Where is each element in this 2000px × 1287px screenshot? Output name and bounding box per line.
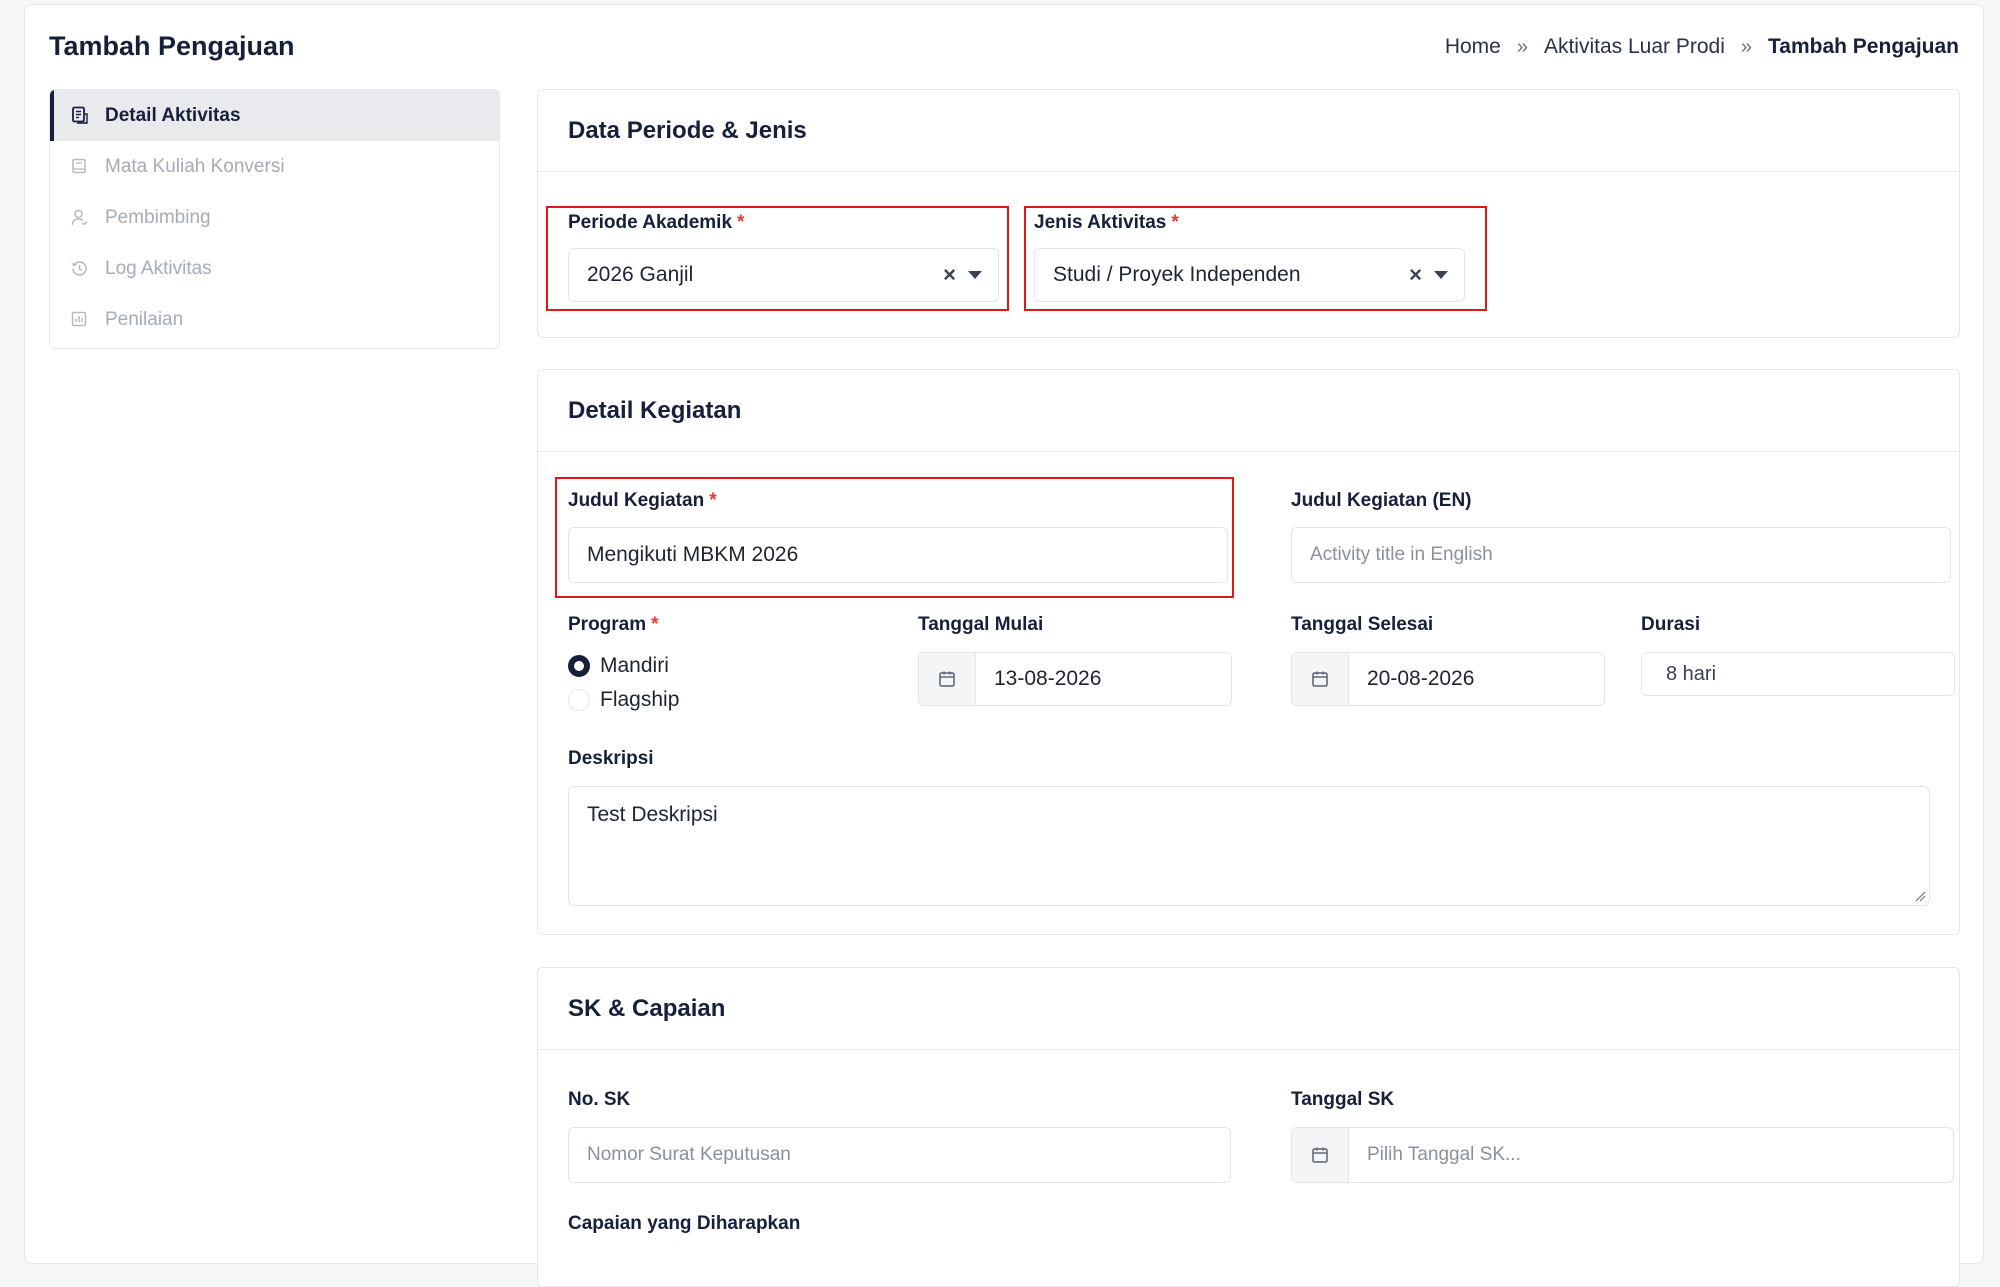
sidebar-item-label: Log Aktivitas: [105, 257, 212, 279]
breadcrumb-current: Tambah Pengajuan: [1768, 35, 1959, 58]
judul-kegiatan-en-label: Judul Kegiatan (EN): [1291, 490, 1472, 511]
deskripsi-textarea[interactable]: Test Deskripsi: [568, 786, 1930, 906]
periode-jenis-card: Data Periode & Jenis Periode Akademik * 2…: [537, 89, 1960, 338]
page-title: Tambah Pengajuan: [49, 31, 295, 61]
program-option-label: Mandiri: [600, 654, 669, 677]
judul-kegiatan-en-input[interactable]: Activity title in English: [1291, 527, 1951, 583]
breadcrumb-separator: »: [1516, 35, 1528, 58]
breadcrumb-home[interactable]: Home: [1445, 35, 1501, 59]
sidebar-item-label: Mata Kuliah Konversi: [105, 155, 285, 177]
no-sk-input[interactable]: Nomor Surat Keputusan: [568, 1127, 1231, 1183]
program-option-flagship[interactable]: Flagship: [568, 688, 679, 712]
tanggal-mulai-value: 13-08-2026: [994, 667, 1102, 690]
tanggal-selesai-label: Tanggal Selesai: [1291, 614, 1434, 635]
tanggal-sk-label: Tanggal SK: [1291, 1089, 1395, 1110]
periode-akademik-select[interactable]: 2026 Ganjil ×: [568, 248, 999, 302]
sidebar-item-mata-kuliah-konversi[interactable]: Mata Kuliah Konversi: [50, 141, 499, 192]
clear-icon[interactable]: ×: [943, 262, 956, 288]
deskripsi-value: Test Deskripsi: [587, 803, 718, 826]
sidebar-nav: Detail Aktivitas Mata Kuliah Konversi Pe…: [49, 89, 500, 349]
judul-kegiatan-input[interactable]: Mengikuti MBKM 2026: [568, 527, 1228, 583]
tanggal-mulai-label: Tanggal Mulai: [918, 614, 1044, 635]
user-icon: [70, 208, 88, 226]
sidebar-item-label: Detail Aktivitas: [105, 104, 241, 126]
resize-handle-icon[interactable]: [1914, 890, 1926, 902]
chevron-down-icon[interactable]: [1434, 271, 1448, 279]
detail-kegiatan-card: Detail Kegiatan Judul Kegiatan * Mengikut…: [537, 369, 1960, 935]
breadcrumb-aktivitas[interactable]: Aktivitas Luar Prodi: [1544, 35, 1725, 59]
tanggal-sk-input[interactable]: Pilih Tanggal SK...: [1291, 1127, 1954, 1183]
detail-kegiatan-title: Detail Kegiatan: [538, 370, 1959, 452]
judul-kegiatan-value: Mengikuti MBKM 2026: [587, 543, 799, 566]
calendar-icon[interactable]: [919, 653, 976, 705]
durasi-field: 8 hari: [1641, 652, 1955, 696]
breadcrumb-separator: »: [1740, 35, 1753, 58]
tanggal-sk-placeholder: Pilih Tanggal SK...: [1367, 1144, 1521, 1165]
radio-checked-icon[interactable]: [568, 655, 590, 677]
tanggal-selesai-value: 20-08-2026: [1367, 667, 1475, 690]
sidebar-item-label: Penilaian: [105, 308, 184, 330]
capaian-label: Capaian yang Diharapkan: [568, 1213, 801, 1234]
history-icon: [70, 259, 88, 277]
durasi-label: Durasi: [1641, 614, 1701, 635]
sidebar-item-penilaian[interactable]: Penilaian: [50, 294, 499, 345]
breadcrumb: Home » Aktivitas Luar Prodi » Tambah Pen…: [1445, 35, 1959, 59]
jenis-aktivitas-label: Jenis Aktivitas *: [1034, 212, 1179, 233]
tanggal-mulai-input[interactable]: 13-08-2026: [918, 652, 1232, 706]
calendar-icon[interactable]: [1292, 653, 1349, 705]
book-icon: [70, 157, 88, 175]
chart-icon: [70, 310, 88, 328]
periode-akademik-value: 2026 Ganjil: [587, 263, 694, 286]
jenis-aktivitas-select[interactable]: Studi / Proyek Independen ×: [1034, 248, 1465, 302]
document-icon: [70, 106, 88, 124]
judul-kegiatan-label: Judul Kegiatan *: [568, 490, 717, 511]
clear-icon[interactable]: ×: [1409, 262, 1422, 288]
sidebar-item-pembimbing[interactable]: Pembimbing: [50, 192, 499, 243]
sidebar-item-label: Pembimbing: [105, 206, 211, 228]
tanggal-selesai-input[interactable]: 20-08-2026: [1291, 652, 1605, 706]
periode-akademik-label: Periode Akademik *: [568, 212, 745, 233]
program-option-label: Flagship: [600, 688, 680, 711]
no-sk-placeholder: Nomor Surat Keputusan: [587, 1144, 791, 1165]
sidebar-item-detail-aktivitas[interactable]: Detail Aktivitas: [50, 90, 499, 141]
program-option-mandiri[interactable]: Mandiri: [568, 654, 669, 678]
sk-capaian-title: SK & Capaian: [538, 968, 1959, 1050]
page-container: Tambah Pengajuan Home » Aktivitas Luar P…: [24, 4, 1984, 1287]
jenis-aktivitas-value: Studi / Proyek Independen: [1053, 263, 1301, 286]
periode-jenis-title: Data Periode & Jenis: [538, 90, 1959, 172]
chevron-down-icon[interactable]: [968, 271, 982, 279]
deskripsi-label: Deskripsi: [568, 748, 654, 769]
no-sk-label: No. SK: [568, 1089, 631, 1110]
program-label: Program *: [568, 614, 659, 635]
durasi-value: 8 hari: [1666, 662, 1717, 685]
sidebar-item-log-aktivitas[interactable]: Log Aktivitas: [50, 243, 499, 294]
judul-kegiatan-en-placeholder: Activity title in English: [1310, 544, 1493, 565]
calendar-icon[interactable]: [1292, 1128, 1349, 1182]
sk-capaian-card: SK & Capaian No. SK Nomor Surat Keputusa…: [537, 967, 1960, 1287]
radio-unchecked-icon[interactable]: [568, 689, 590, 711]
